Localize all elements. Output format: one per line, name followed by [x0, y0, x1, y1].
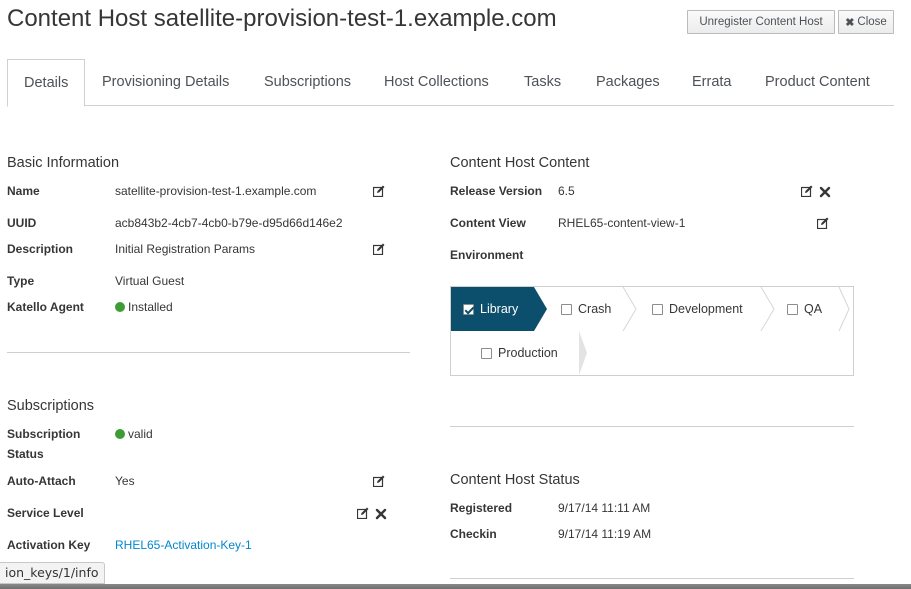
- subscription-status-value: valid: [128, 427, 153, 441]
- auto-attach-value: Yes: [115, 474, 135, 488]
- divider: [7, 352, 410, 353]
- edit-icon[interactable]: [357, 507, 369, 519]
- katello-agent-label: Katello Agent: [7, 300, 84, 314]
- edit-icon[interactable]: [817, 217, 829, 229]
- edit-icon[interactable]: [801, 185, 813, 197]
- env-development-checkbox[interactable]: [652, 303, 663, 315]
- tab-tasks[interactable]: Tasks: [524, 59, 561, 106]
- env-library-checkbox[interactable]: [463, 303, 474, 315]
- env-production-checkbox[interactable]: [481, 347, 492, 359]
- edit-icon[interactable]: [373, 243, 385, 255]
- divider: [450, 578, 854, 579]
- description-label: Description: [7, 242, 74, 256]
- close-icon: ✖: [845, 16, 855, 29]
- content-view-label: Content View: [450, 216, 526, 230]
- remove-icon[interactable]: [375, 508, 387, 520]
- subscription-status: valid: [115, 427, 153, 441]
- browser-status-url: ion_keys/1/info: [0, 562, 105, 584]
- close-button[interactable]: ✖ Close: [838, 10, 894, 34]
- edit-icon[interactable]: [373, 185, 385, 197]
- unregister-button[interactable]: Unregister Content Host: [687, 10, 835, 34]
- window-bottom-edge: [0, 584, 911, 589]
- release-version-value: 6.5: [558, 184, 575, 198]
- environment-label: Environment: [450, 248, 524, 262]
- activation-key-link[interactable]: RHEL65-Activation-Key-1: [115, 538, 252, 552]
- registered-value: 9/17/14 11:11 AM: [558, 501, 651, 515]
- auto-attach-label: Auto-Attach: [7, 474, 76, 488]
- tab-errata[interactable]: Errata: [692, 59, 732, 106]
- env-production-label: Production: [498, 346, 558, 360]
- status-title: Content Host Status: [450, 472, 580, 488]
- tab-subscriptions[interactable]: Subscriptions: [264, 59, 351, 106]
- type-value: Virtual Guest: [115, 274, 185, 288]
- subscription-status-label: Subscription Status: [7, 427, 81, 461]
- env-library-label: Library: [480, 302, 519, 316]
- environment-path: Library Crash Development QA Production: [450, 286, 854, 376]
- close-button-label: Close: [857, 16, 887, 28]
- uuid-label: UUID: [7, 216, 37, 230]
- tab-bar: Details Provisioning Details Subscriptio…: [7, 59, 894, 107]
- registered-label: Registered: [450, 501, 513, 515]
- page-title: Content Host satellite-provision-test-1.…: [7, 5, 557, 32]
- checkin-value: 9/17/14 11:19 AM: [558, 527, 652, 541]
- edit-icon[interactable]: [373, 475, 385, 487]
- env-library[interactable]: Library: [451, 287, 535, 331]
- tab-packages[interactable]: Packages: [596, 59, 660, 106]
- env-development[interactable]: Development: [652, 287, 743, 331]
- checkin-label: Checkin: [450, 527, 497, 541]
- env-qa[interactable]: QA: [787, 287, 822, 331]
- divider: [450, 426, 854, 427]
- tab-product-content[interactable]: Product Content: [765, 59, 870, 106]
- env-development-label: Development: [669, 302, 743, 316]
- env-crash-label: Crash: [578, 302, 612, 316]
- env-crash-checkbox[interactable]: [561, 303, 572, 315]
- subscriptions-title: Subscriptions: [7, 398, 95, 414]
- katello-agent-value: Installed: [128, 300, 173, 314]
- content-title: Content Host Content: [450, 155, 590, 171]
- content-view-value: RHEL65-content-view-1: [558, 216, 686, 230]
- status-ok-icon: [115, 302, 125, 312]
- katello-agent-status: Installed: [115, 300, 173, 314]
- tab-details[interactable]: Details: [7, 59, 86, 107]
- basic-info-title: Basic Information: [7, 155, 120, 171]
- name-value: satellite-provision-test-1.example.com: [115, 184, 317, 198]
- tab-provisioning-details[interactable]: Provisioning Details: [102, 59, 229, 106]
- service-level-label: Service Level: [7, 506, 84, 520]
- status-ok-icon: [115, 429, 125, 439]
- tab-host-collections[interactable]: Host Collections: [384, 59, 489, 106]
- remove-icon[interactable]: [819, 186, 831, 198]
- uuid-value: acb843b2-4cb7-4cb0-b79e-d95d66d146e2: [115, 216, 343, 230]
- env-production[interactable]: Production: [481, 331, 558, 375]
- env-qa-checkbox[interactable]: [787, 303, 798, 315]
- description-value: Initial Registration Params: [115, 242, 256, 256]
- env-qa-label: QA: [804, 302, 823, 316]
- env-crash[interactable]: Crash: [561, 287, 611, 331]
- name-label: Name: [7, 184, 40, 198]
- activation-key-label: Activation Key: [7, 538, 91, 552]
- type-label: Type: [7, 274, 35, 288]
- release-version-label: Release Version: [450, 184, 543, 198]
